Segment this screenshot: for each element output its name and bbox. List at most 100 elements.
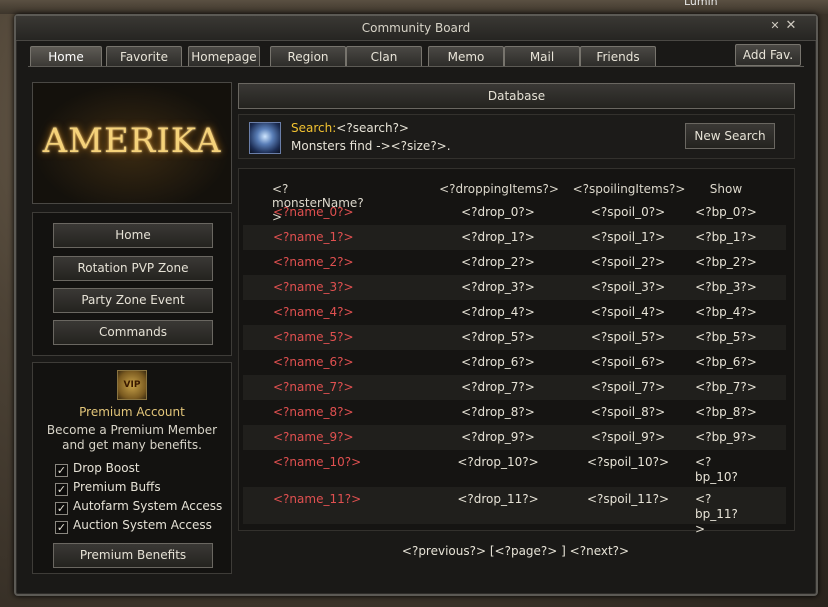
- sidebar-party-zone-button[interactable]: Party Zone Event: [53, 288, 213, 313]
- tab-region[interactable]: Region: [270, 46, 346, 67]
- dropping-items-cell: <?drop_9?>: [461, 430, 535, 444]
- monster-name-link[interactable]: <?name_5?>: [273, 330, 373, 345]
- checkbox-checked-icon[interactable]: ✓: [55, 483, 68, 496]
- feature-autofarm[interactable]: ✓ Autofarm System Access: [55, 499, 222, 515]
- spoiling-items-cell: <?spoil_2?>: [590, 255, 666, 269]
- new-search-button[interactable]: New Search: [685, 123, 775, 149]
- tab-favorite[interactable]: Favorite: [106, 46, 182, 67]
- monster-name-link[interactable]: <?name_2?>: [273, 255, 373, 270]
- column-header-show: Show: [709, 182, 743, 196]
- dropping-items-cell: <?drop_0?>: [461, 205, 535, 219]
- table-row[interactable]: <?name_11?> <?drop_11?> <?spoil_11?> <?bp_1…: [243, 487, 786, 536]
- premium-panel: VIP Premium Account Become a Premium Mem…: [32, 362, 232, 574]
- feature-premium-buffs[interactable]: ✓ Premium Buffs: [55, 480, 161, 496]
- dropping-items-cell: <?drop_5?>: [461, 330, 535, 344]
- table-row[interactable]: <?name_4?> <?drop_4?> <?spoil_4?> <?bp_4?>: [243, 300, 786, 325]
- add-favorite-button[interactable]: Add Fav.: [735, 44, 801, 66]
- tab-friends[interactable]: Friends: [580, 46, 656, 67]
- search-result-count: Monsters find -><?size?>.: [291, 139, 451, 153]
- spoiling-items-cell: <?spoil_7?>: [590, 380, 666, 394]
- minimize-icon[interactable]: ✕: [768, 19, 782, 33]
- show-bp-link[interactable]: <?bp_9?>: [695, 430, 757, 445]
- sidebar-nav: Home Rotation PVP Zone Party Zone Event …: [32, 212, 232, 356]
- table-row[interactable]: <?name_5?> <?drop_5?> <?spoil_5?> <?bp_5?>: [243, 325, 786, 350]
- character-name-label: Lumin: [684, 0, 718, 8]
- database-header: Database: [238, 83, 795, 109]
- table-row[interactable]: <?name_1?> <?drop_1?> <?spoil_1?> <?bp_1?>: [243, 225, 786, 250]
- spoiling-items-cell: <?spoil_11?>: [587, 492, 669, 506]
- spoiling-items-cell: <?spoil_8?>: [590, 405, 666, 419]
- dropping-items-cell: <?drop_8?>: [461, 405, 535, 419]
- monster-name-link[interactable]: <?name_8?>: [273, 405, 373, 420]
- checkbox-checked-icon[interactable]: ✓: [55, 502, 68, 515]
- table-row[interactable]: <?name_7?> <?drop_7?> <?spoil_7?> <?bp_7?>: [243, 375, 786, 400]
- tab-divider: [28, 66, 804, 67]
- premium-title: Premium Account: [79, 405, 185, 419]
- premium-benefits-button[interactable]: Premium Benefits: [53, 543, 213, 568]
- dropping-items-cell: <?drop_1?>: [461, 230, 535, 244]
- tab-mail[interactable]: Mail: [504, 46, 580, 67]
- close-icon[interactable]: ✕: [784, 19, 798, 33]
- sidebar-rotation-pvp-button[interactable]: Rotation PVP Zone: [53, 256, 213, 281]
- checkbox-checked-icon[interactable]: ✓: [55, 521, 68, 534]
- dropping-items-cell: <?drop_11?>: [457, 492, 539, 506]
- window-title: Community Board: [361, 21, 471, 35]
- search-panel: Search:<?search?> Monsters find -><?size…: [238, 114, 795, 159]
- dropping-items-cell: <?drop_7?>: [461, 380, 535, 394]
- feature-auction[interactable]: ✓ Auction System Access: [55, 518, 212, 534]
- checkbox-checked-icon[interactable]: ✓: [55, 464, 68, 477]
- show-bp-link[interactable]: <?bp_7?>: [695, 380, 757, 395]
- show-bp-link[interactable]: <?bp_8?>: [695, 405, 757, 420]
- show-bp-link[interactable]: <?bp_0?>: [695, 205, 757, 220]
- spoiling-items-cell: <?spoil_4?>: [590, 305, 666, 319]
- monster-name-link[interactable]: <?name_3?>: [273, 280, 373, 295]
- table-row[interactable]: <?name_0?> <?drop_0?> <?spoil_0?> <?bp_0?>: [243, 200, 786, 225]
- tab-home[interactable]: Home: [30, 46, 102, 67]
- vip-icon: VIP: [117, 370, 147, 400]
- column-header-spoils: <?spoilingItems?>: [572, 182, 686, 196]
- show-bp-link[interactable]: <?bp_11?>: [695, 492, 743, 537]
- monster-name-link[interactable]: <?name_9?>: [273, 430, 373, 445]
- tab-homepage[interactable]: Homepage: [188, 46, 260, 67]
- dropping-items-cell: <?drop_3?>: [461, 280, 535, 294]
- monster-name-link[interactable]: <?name_10?>: [273, 455, 373, 470]
- show-bp-link[interactable]: <?bp_4?>: [695, 305, 757, 320]
- spoiling-items-cell: <?spoil_6?>: [590, 355, 666, 369]
- search-query: Search:<?search?>: [291, 121, 409, 135]
- sidebar-commands-button[interactable]: Commands: [53, 320, 213, 345]
- show-bp-link[interactable]: <?bp_6?>: [695, 355, 757, 370]
- table-row[interactable]: <?name_10?> <?drop_10?> <?spoil_10?> <?bp_1…: [243, 450, 786, 499]
- table-row[interactable]: <?name_6?> <?drop_6?> <?spoil_6?> <?bp_6?>: [243, 350, 786, 375]
- table-row[interactable]: <?name_3?> <?drop_3?> <?spoil_3?> <?bp_3?>: [243, 275, 786, 300]
- show-bp-link[interactable]: <?bp_2?>: [695, 255, 757, 270]
- spoiling-items-cell: <?spoil_1?>: [590, 230, 666, 244]
- server-logo-panel: AMERIKA: [32, 82, 232, 204]
- table-row[interactable]: <?name_8?> <?drop_8?> <?spoil_8?> <?bp_8?>: [243, 400, 786, 425]
- search-crystal-icon: [249, 122, 281, 154]
- monster-name-link[interactable]: <?name_11?>: [273, 492, 373, 507]
- show-bp-link[interactable]: <?bp_3?>: [695, 280, 757, 295]
- show-bp-link[interactable]: <?bp_5?>: [695, 330, 757, 345]
- monster-name-link[interactable]: <?name_6?>: [273, 355, 373, 370]
- pagination[interactable]: <?previous?> [<?page?> ] <?next?>: [238, 544, 793, 558]
- results-table: <?monsterName?> <?droppingItems?> <?spoi…: [238, 168, 795, 536]
- spoiling-items-cell: <?spoil_3?>: [590, 280, 666, 294]
- dropping-items-cell: <?drop_4?>: [461, 305, 535, 319]
- premium-description: Become a Premium Member and get many ben…: [46, 423, 218, 452]
- spoiling-items-cell: <?spoil_5?>: [590, 330, 666, 344]
- tab-memo[interactable]: Memo: [428, 46, 504, 67]
- tab-clan[interactable]: Clan: [346, 46, 422, 67]
- table-row[interactable]: <?name_9?> <?drop_9?> <?spoil_9?> <?bp_9?>: [243, 425, 786, 450]
- spoiling-items-cell: <?spoil_10?>: [587, 455, 669, 469]
- window-titlebar[interactable]: Community Board ✕ ✕: [16, 16, 816, 41]
- sidebar-home-button[interactable]: Home: [53, 223, 213, 248]
- monster-name-link[interactable]: <?name_1?>: [273, 230, 373, 245]
- feature-drop-boost[interactable]: ✓ Drop Boost: [55, 461, 140, 477]
- table-row[interactable]: <?name_2?> <?drop_2?> <?spoil_2?> <?bp_2?>: [243, 250, 786, 275]
- monster-name-link[interactable]: <?name_4?>: [273, 305, 373, 320]
- monster-name-link[interactable]: <?name_7?>: [273, 380, 373, 395]
- server-logo: AMERIKA: [42, 121, 222, 161]
- dropping-items-cell: <?drop_2?>: [461, 255, 535, 269]
- show-bp-link[interactable]: <?bp_1?>: [695, 230, 757, 245]
- monster-name-link[interactable]: <?name_0?>: [273, 205, 373, 220]
